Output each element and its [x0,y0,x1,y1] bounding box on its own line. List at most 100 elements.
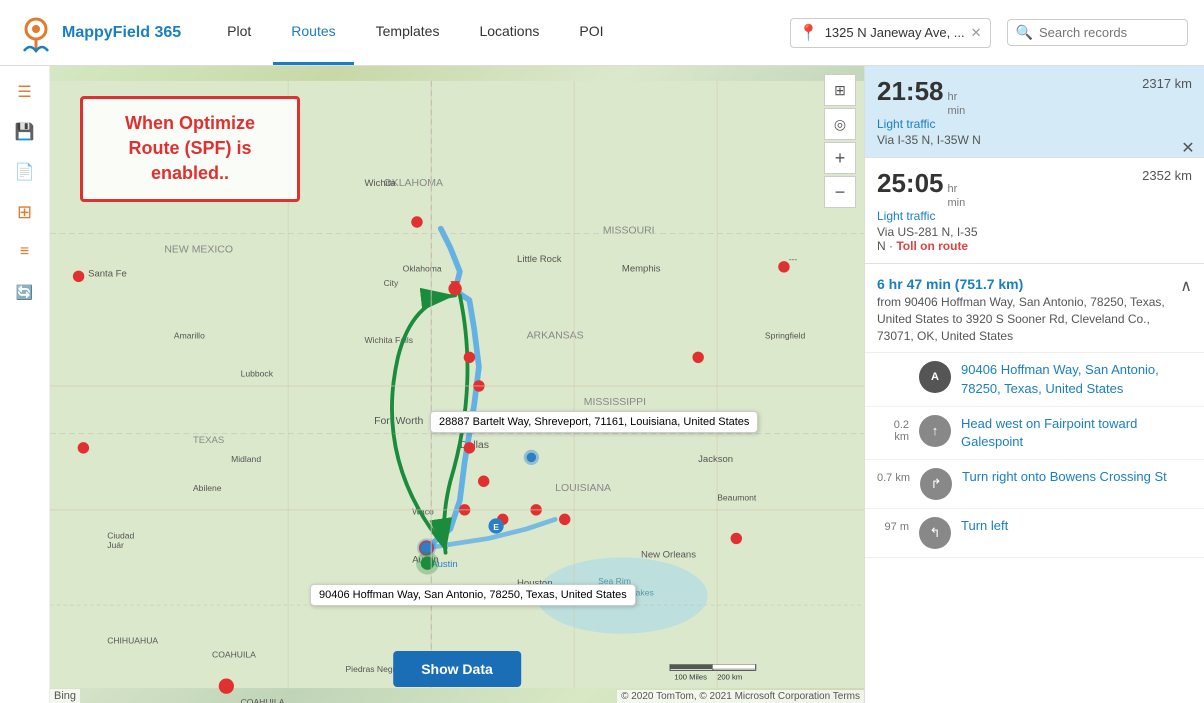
logo-icon [16,13,56,53]
main-nav: Plot Routes Templates Locations POI [209,0,621,65]
svg-text:100 Miles: 100 Miles [674,673,707,682]
dir-step-3: 97 m ↰ Turn left [865,509,1204,558]
route1-via: Via I-35 N, I-35W N [877,133,981,147]
close-button[interactable]: ✕ [1176,136,1200,160]
map-background: Sea Rim State Park Lakes NEW MEXICO OKLA… [50,66,864,703]
route2-km: 2352 km [1142,168,1192,183]
map-attribution: © 2020 TomTom, © 2021 Microsoft Corporat… [617,690,864,703]
sidebar-doc-btn[interactable]: 📄 [7,154,43,190]
dir-step-2: 0.7 km ↱ Turn right onto Bowens Crossing… [865,460,1204,509]
svg-text:NEW MEXICO: NEW MEXICO [164,244,233,255]
map-overlay-controls: ⊞ ◎ + − [824,74,856,208]
dir-step-2-text: Turn right onto Bowens Crossing St [962,468,1167,486]
sidebar-menu-btn[interactable]: ☰ [7,74,43,110]
svg-text:Abilene: Abilene [193,483,222,493]
svg-text:Oklahoma: Oklahoma [403,264,442,274]
location-value: 1325 N Janeway Ave, ... [825,25,965,40]
svg-text:Ciudad: Ciudad [107,530,134,540]
svg-text:Juár: Juár [107,540,124,550]
svg-text:COAHUILA: COAHUILA [241,697,285,703]
svg-text:Santa Fe: Santa Fe [88,268,127,279]
svg-text:New Orleans: New Orleans [641,549,696,560]
sidebar-save-btn[interactable]: 💾 [7,114,43,150]
nav-poi[interactable]: POI [561,0,621,65]
location-bar[interactable]: 📍 1325 N Janeway Ave, ... ✕ [790,18,991,48]
sidebar-left: ☰ 💾 📄 ⊞ ≡ 🔄 [0,66,50,703]
svg-text:Beaumont: Beaumont [717,492,757,502]
nav-locations[interactable]: Locations [461,0,557,65]
route2-via: Via US-281 N, I-35 N · Toll on route [877,225,978,253]
map-location-btn[interactable]: ◎ [824,108,856,140]
save-icon: 💾 [15,122,35,142]
svg-text:Houston: Houston [517,578,552,589]
svg-text:Amarillo: Amarillo [174,330,205,340]
nav-templates[interactable]: Templates [358,0,458,65]
svg-text:200 km: 200 km [717,673,742,682]
sidebar-refresh-btn[interactable]: 🔄 [7,274,43,310]
nav-plot[interactable]: Plot [209,0,269,65]
svg-text:LOUISIANA: LOUISIANA [555,483,611,494]
directions-summary: 6 hr 47 min (751.7 km) from 90406 Hoffma… [865,264,1204,353]
svg-text:MISSOURI: MISSOURI [603,225,655,236]
route2-hr-label: hr [948,183,966,195]
svg-text:State Park Lakes: State Park Lakes [589,588,654,598]
map-area: Sea Rim State Park Lakes NEW MEXICO OKLA… [50,66,864,703]
app-header: MappyField 365 Plot Routes Templates Loc… [0,0,1204,66]
svg-text:---: --- [789,254,798,264]
document-icon: 📄 [15,162,35,182]
grid-icon: ⊞ [17,202,32,223]
logo-text: MappyField 365 [62,23,181,42]
sidebar-grid-btn[interactable]: ⊞ [7,194,43,230]
toll-badge: Toll on route [896,239,968,253]
location-pin-icon: 📍 [799,23,819,43]
svg-text:CHIHUAHUA: CHIHUAHUA [107,635,158,645]
dir-step-2-icon: ↱ [920,468,952,500]
svg-text:Wichita: Wichita [365,178,397,189]
route-option-1[interactable]: 21:58 hr min Light traffic Via I-35 N, I… [865,66,1204,158]
nav-routes[interactable]: Routes [273,0,353,65]
dir-step-2-dist: 0.7 km [877,468,910,484]
directions-panel[interactable]: 6 hr 47 min (751.7 km) from 90406 Hoffma… [865,264,1204,703]
svg-text:Memphis: Memphis [622,264,661,275]
summary-title: 6 hr 47 min (751.7 km) [877,276,1172,292]
route-option-2[interactable]: 25:05 hr min Light traffic Via US-281 N,… [865,158,1204,264]
svg-text:Midland: Midland [231,454,261,464]
search-input[interactable] [1039,25,1179,40]
svg-text:COAHUILA: COAHUILA [212,650,256,660]
svg-text:TEXAS: TEXAS [193,435,224,446]
svg-text:Jackson: Jackson [698,454,733,465]
route2-hours: 25:05 [877,168,944,199]
right-panel: ✕ 21:58 hr min Light traffic Via I-35 N,… [864,66,1204,703]
annotation-text: When Optimize Route (SPF) is enabled.. [125,113,255,183]
dir-step-1-dist: 0.2 km [877,415,909,443]
dir-step-3-text: Turn left [961,517,1008,535]
map-zoom-in-btn[interactable]: + [824,142,856,174]
route2-traffic: Light traffic [877,209,978,223]
show-data-button[interactable]: Show Data [393,651,521,687]
annotation-box: When Optimize Route (SPF) is enabled.. [80,96,300,202]
map-zoom-out-btn[interactable]: − [824,176,856,208]
location-clear-icon[interactable]: ✕ [971,25,982,41]
svg-text:Little Rock: Little Rock [517,254,562,265]
bing-label: Bing [50,689,80,703]
route2-min-label: min [948,197,966,209]
logo-area: MappyField 365 [16,13,181,53]
dir-step-1-icon: ↑ [919,415,951,447]
dir-step-0-text: 90406 Hoffman Way, San Antonio, 78250, T… [961,361,1192,397]
route1-traffic: Light traffic [877,117,981,131]
route2-via2: N · Toll on route [877,239,968,253]
summary-collapse-btn[interactable]: ∧ [1180,276,1192,296]
map-layers-btn[interactable]: ⊞ [824,74,856,106]
svg-text:Lubbock: Lubbock [241,368,274,378]
refresh-icon: 🔄 [16,284,33,301]
svg-text:Sea Rim: Sea Rim [598,576,631,586]
svg-text:City: City [384,278,399,288]
sidebar-list-btn[interactable]: ≡ [7,234,43,270]
svg-text:E: E [493,522,499,532]
search-icon: 🔍 [1016,24,1033,41]
dir-step-1: 0.2 km ↑ Head west on Fairpoint toward G… [865,407,1204,460]
route1-min-label: min [948,105,966,117]
svg-text:ARKANSAS: ARKANSAS [527,330,584,341]
svg-text:Springfield: Springfield [765,330,806,340]
dir-step-0-icon: A [919,361,951,393]
